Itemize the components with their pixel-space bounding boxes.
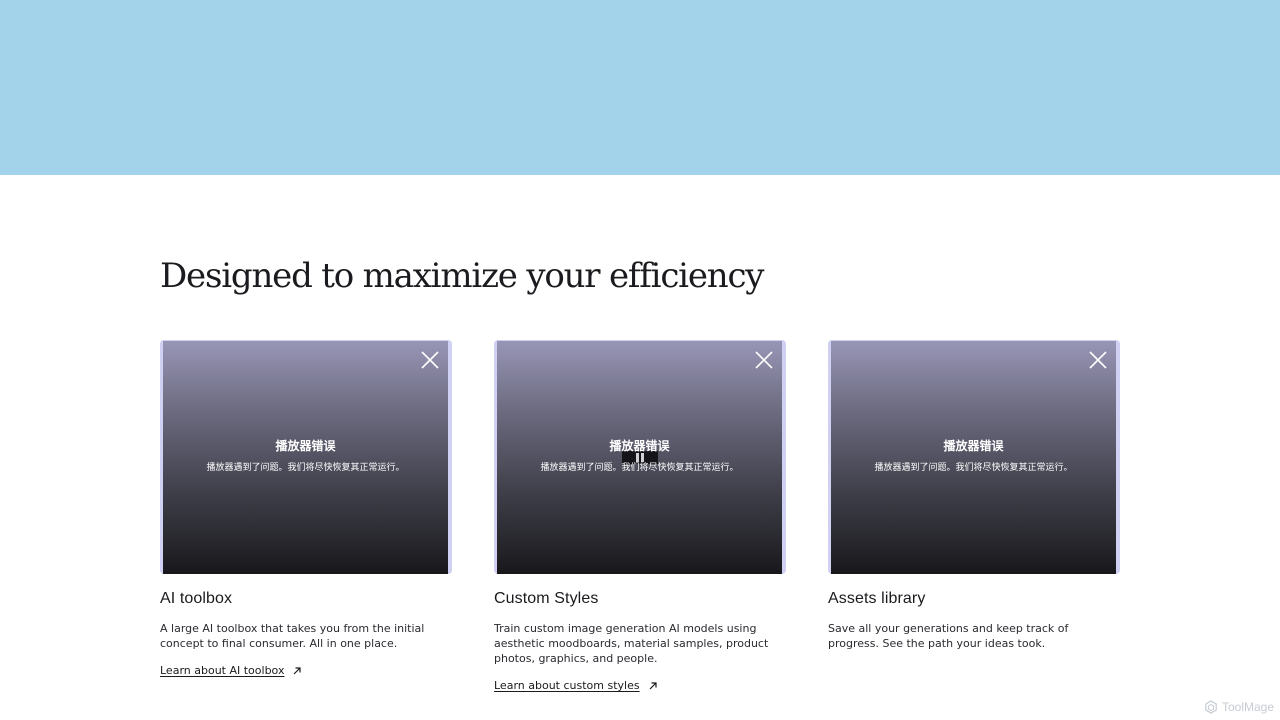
feature-card-assets-library: 播放器错误 播放器遇到了问题。我们将尽快恢复其正常运行。 Assets libr… [828, 340, 1120, 651]
card-description: Save all your generations and keep track… [828, 622, 1069, 650]
hero-band [0, 0, 1280, 175]
close-icon[interactable] [420, 350, 440, 370]
player-error-title: 播放器错误 [609, 439, 670, 453]
learn-more-label: Learn about custom styles [494, 679, 640, 692]
learn-more-link[interactable]: Learn about custom styles [494, 679, 658, 692]
player-error-title: 播放器错误 [943, 439, 1004, 453]
arrow-up-right-icon [648, 681, 658, 691]
video-player[interactable]: 播放器错误 播放器遇到了问题。我们将尽快恢复其正常运行。 [831, 341, 1116, 574]
card-title: Assets library [828, 590, 926, 607]
video-player[interactable]: 播放器错误 播放器遇到了问题。我们将尽快恢复其正常运行。 [163, 341, 448, 574]
card-description: Train custom image generation AI models … [494, 622, 769, 665]
learn-more-link[interactable]: Learn about AI toolbox [160, 664, 302, 677]
card-title: AI toolbox [160, 590, 233, 607]
video-player[interactable]: 播放器错误 播放器遇到了问题。我们将尽快恢复其正常运行。 [497, 341, 782, 574]
player-error-message: 播放器遇到了问题。我们将尽快恢复其正常运行。 [874, 463, 1073, 473]
learn-more-label: Learn about AI toolbox [160, 664, 285, 677]
video-frame: 播放器错误 播放器遇到了问题。我们将尽快恢复其正常运行。 [828, 340, 1120, 574]
close-icon[interactable] [754, 350, 774, 370]
close-icon[interactable] [1088, 350, 1108, 370]
feature-card-ai-toolbox: 播放器错误 播放器遇到了问题。我们将尽快恢复其正常运行。 AI toolbox … [160, 340, 452, 678]
toolmage-logo-icon [1204, 700, 1218, 714]
player-error-title: 播放器错误 [275, 439, 336, 453]
video-frame: 播放器错误 播放器遇到了问题。我们将尽快恢复其正常运行。 [160, 340, 452, 574]
watermark: ToolMage [1204, 700, 1274, 714]
section-title: Designed to maximize your efficiency [160, 256, 765, 296]
feature-card-custom-styles: 播放器错误 播放器遇到了问题。我们将尽快恢复其正常运行。 Custom Styl… [494, 340, 786, 693]
arrow-up-right-icon [292, 666, 302, 676]
video-frame: 播放器错误 播放器遇到了问题。我们将尽快恢复其正常运行。 [494, 340, 786, 574]
card-description: A large AI toolbox that takes you from t… [160, 622, 425, 650]
player-error-message: 播放器遇到了问题。我们将尽快恢复其正常运行。 [540, 463, 739, 473]
player-error-message: 播放器遇到了问题。我们将尽快恢复其正常运行。 [206, 463, 405, 473]
card-title: Custom Styles [494, 590, 599, 607]
watermark-text: ToolMage [1221, 700, 1274, 714]
